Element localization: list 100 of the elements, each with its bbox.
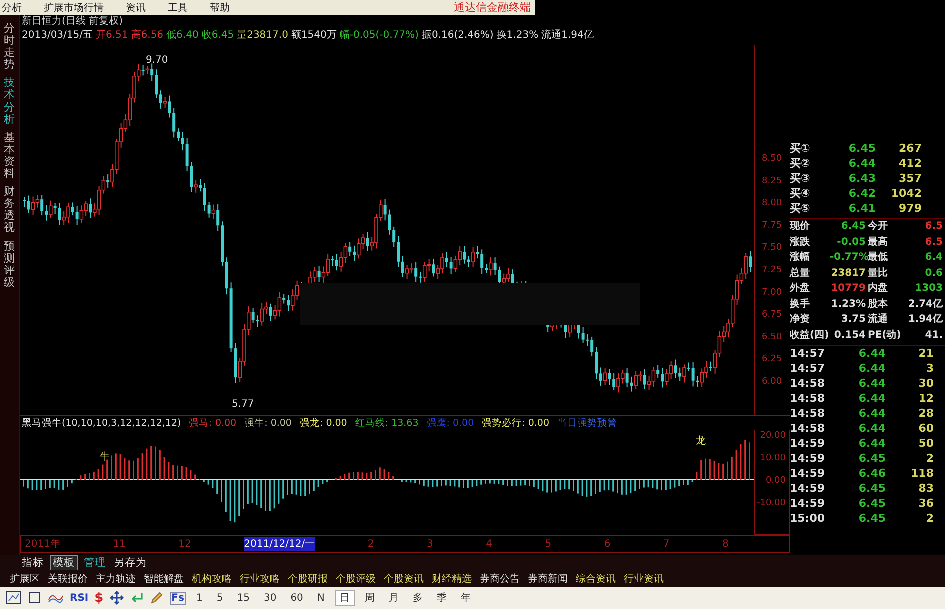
- price-axis-label: 8.00: [762, 198, 782, 209]
- enter-icon[interactable]: [130, 591, 144, 605]
- indicator-tab[interactable]: 模板: [50, 554, 78, 570]
- chart-icon[interactable]: [6, 591, 22, 605]
- function-tab[interactable]: 关联报价: [48, 572, 88, 586]
- order-label: 买①: [790, 141, 812, 156]
- quote-item: 低6.40: [166, 29, 199, 43]
- period-button[interactable]: 1: [192, 592, 207, 604]
- function-tab[interactable]: 财经精选: [432, 572, 472, 586]
- indicator-marker: 龙: [696, 436, 706, 447]
- period-button[interactable]: 多: [408, 591, 427, 605]
- tick-time: 14:58: [790, 406, 826, 421]
- period-button[interactable]: 15: [233, 592, 254, 604]
- function-tab[interactable]: 券商新闻: [528, 572, 568, 586]
- order-volume: 357: [898, 171, 922, 186]
- stat-label: 流通: [868, 312, 889, 327]
- function-tab[interactable]: 主力轨迹: [96, 572, 136, 586]
- order-volume: 267: [898, 141, 922, 156]
- stat-value: 6.5: [924, 220, 944, 234]
- indicator-axis-label: 0.00: [766, 476, 786, 486]
- price-axis-label: 6.50: [762, 332, 782, 342]
- stat-label: 涨幅: [790, 250, 811, 265]
- stat-label: PE(动): [868, 328, 902, 342]
- menu-item[interactable]: 分析: [2, 0, 22, 14]
- function-tab[interactable]: 机构攻略: [192, 572, 232, 586]
- tick-volume: 36: [918, 496, 934, 511]
- function-tab[interactable]: 券商公告: [480, 572, 520, 586]
- fs-button[interactable]: Fs: [170, 592, 186, 604]
- tick-price: 6.45: [858, 481, 886, 496]
- dollar-button[interactable]: $: [94, 590, 104, 606]
- period-button[interactable]: 5: [212, 592, 228, 604]
- indicator-value: 强牛: 0.00: [244, 416, 292, 430]
- stat-label: 最高: [868, 235, 889, 250]
- indicator-tab[interactable]: 另存为: [112, 556, 149, 570]
- quote-item: 换1.23%: [496, 29, 539, 43]
- indicator-value: 强马: 0.00: [189, 416, 237, 430]
- function-tab[interactable]: 行业资讯: [624, 572, 664, 586]
- period-button[interactable]: 60: [286, 592, 308, 604]
- tick-time: 14:58: [790, 421, 826, 436]
- pencil-icon[interactable]: [150, 591, 164, 605]
- period-button[interactable]: N: [313, 592, 329, 604]
- menu-item[interactable]: 工具: [168, 0, 188, 14]
- app-brand: 通达信金融终端: [454, 0, 532, 15]
- side-tab[interactable]: 基本资料: [4, 132, 15, 180]
- indicator-value: 当日强势预警: [558, 416, 618, 430]
- indicator-axis-label: 20.00: [760, 431, 786, 441]
- tick-time: 14:58: [790, 391, 826, 406]
- period-button[interactable]: 日: [334, 590, 355, 606]
- order-label: 买②: [790, 156, 812, 171]
- tick-time: 15:00: [790, 511, 826, 526]
- order-volume: 979: [898, 201, 922, 216]
- date-axis-label: 7: [663, 538, 670, 550]
- indicator-tab[interactable]: 指标: [20, 556, 46, 570]
- date-axis-label: 2: [368, 538, 374, 550]
- price-axis-label: 7.50: [762, 243, 782, 254]
- tick-volume: 2: [925, 511, 934, 526]
- function-tab[interactable]: 行业攻略: [240, 572, 280, 586]
- function-tab[interactable]: 智能解盘: [144, 572, 184, 586]
- quote-item: 高6.56: [131, 29, 164, 43]
- function-tab[interactable]: 个股评级: [336, 572, 376, 586]
- price-axis-label: 8.25: [762, 176, 782, 186]
- menu-item[interactable]: 帮助: [210, 0, 230, 14]
- function-tab[interactable]: 综合资讯: [576, 572, 616, 586]
- side-tab[interactable]: 财务透视: [4, 186, 15, 234]
- side-tab[interactable]: 分时走势: [4, 23, 15, 72]
- stat-label: 换手: [790, 298, 811, 312]
- period-button[interactable]: 月: [384, 591, 403, 605]
- stat-value: 0.6: [924, 266, 944, 280]
- date-axis-label: 6: [604, 538, 611, 550]
- square-icon[interactable]: [28, 591, 42, 605]
- stat-value: 41.: [924, 328, 944, 342]
- date-axis-label: 4: [486, 538, 492, 550]
- tick-time: 14:59: [790, 436, 826, 451]
- function-tab[interactable]: 个股资讯: [384, 572, 424, 586]
- price-axis-label: 7.00: [762, 288, 782, 298]
- move-icon[interactable]: [110, 591, 124, 605]
- function-tab[interactable]: 个股研报: [288, 572, 328, 586]
- period-button[interactable]: 30: [260, 592, 281, 604]
- indicator-value: 强鹰: 0.00: [426, 416, 474, 430]
- menu-item[interactable]: 扩展市场行情: [44, 0, 104, 14]
- tick-time: 14:58: [790, 376, 826, 391]
- stat-value: 2.74亿: [907, 298, 944, 312]
- period-button[interactable]: 季: [432, 591, 451, 605]
- side-tab[interactable]: 技术分析: [4, 77, 15, 126]
- side-tab[interactable]: 预测评级: [4, 240, 15, 289]
- rsi-button[interactable]: RSI: [70, 592, 89, 604]
- tick-price: 6.44: [858, 406, 886, 421]
- order-volume: 1042: [890, 186, 922, 201]
- tick-price: 6.46: [858, 466, 886, 481]
- period-button[interactable]: 周: [360, 591, 379, 605]
- price-axis-label: 8.50: [762, 154, 782, 164]
- menu-item[interactable]: 资讯: [126, 0, 146, 14]
- period-button[interactable]: 年: [456, 591, 475, 605]
- tick-price: 6.45: [858, 511, 886, 526]
- stat-label: 量比: [868, 266, 889, 280]
- indicator-tab[interactable]: 管理: [82, 556, 108, 570]
- high-price-label: 9.70: [146, 55, 168, 66]
- stat-value: 23817: [830, 266, 867, 280]
- tick-volume: 21: [918, 346, 934, 361]
- function-tab[interactable]: 扩展区: [10, 572, 40, 586]
